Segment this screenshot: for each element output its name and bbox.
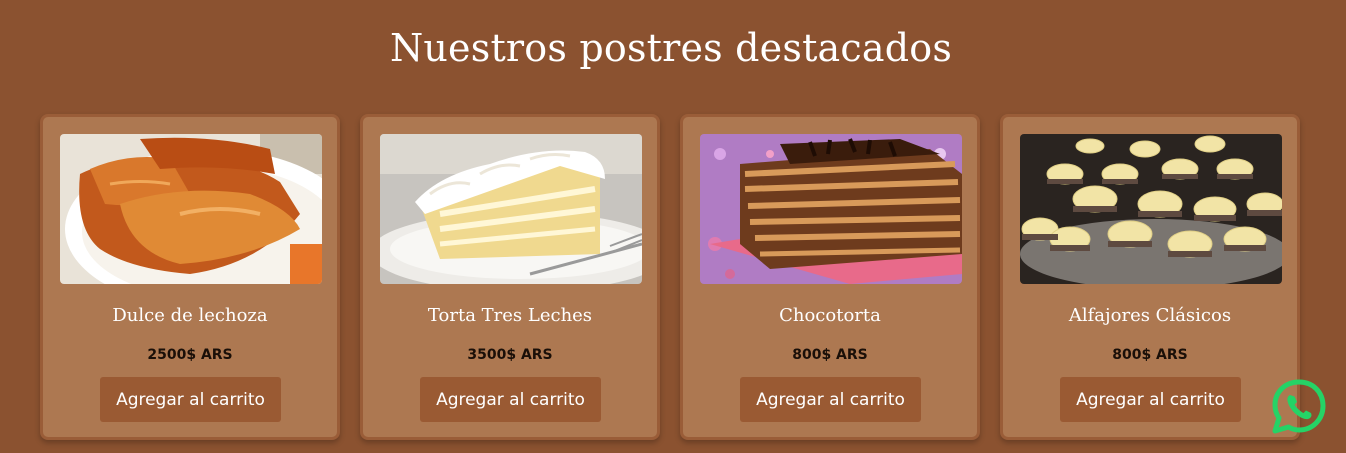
add-to-cart-button[interactable]: Agregar al carrito	[1060, 377, 1241, 422]
product-price: 800$ ARS	[792, 347, 868, 363]
product-name: Chocotorta	[779, 305, 881, 326]
product-name: Alfajores Clásicos	[1068, 305, 1232, 326]
product-image-dulce-de-lechoza	[60, 134, 322, 284]
product-image-chocotorta	[700, 134, 962, 284]
add-to-cart-button[interactable]: Agregar al carrito	[740, 377, 921, 422]
product-image-torta-tres-leches	[380, 134, 642, 284]
product-price: 800$ ARS	[1112, 347, 1188, 363]
product-card: Alfajores Clásicos 800$ ARS Agregar al c…	[1000, 114, 1300, 440]
product-price: 2500$ ARS	[147, 347, 233, 363]
add-to-cart-button[interactable]: Agregar al carrito	[100, 377, 281, 422]
product-name: Dulce de lechoza	[112, 305, 268, 326]
product-grid: Dulce de lechoza 2500$ ARS Agregar al ca…	[40, 114, 1302, 442]
add-to-cart-button[interactable]: Agregar al carrito	[420, 377, 601, 422]
product-name: Torta Tres Leches	[427, 305, 593, 326]
product-card: Dulce de lechoza 2500$ ARS Agregar al ca…	[40, 114, 340, 440]
product-card: Chocotorta 800$ ARS Agregar al carrito	[680, 114, 980, 440]
whatsapp-icon[interactable]	[1270, 378, 1328, 436]
section-title: Nuestros postres destacados	[389, 26, 953, 70]
product-price: 3500$ ARS	[467, 347, 553, 363]
product-card: Torta Tres Leches 3500$ ARS Agregar al c…	[360, 114, 660, 440]
product-image-alfajores	[1020, 134, 1282, 284]
